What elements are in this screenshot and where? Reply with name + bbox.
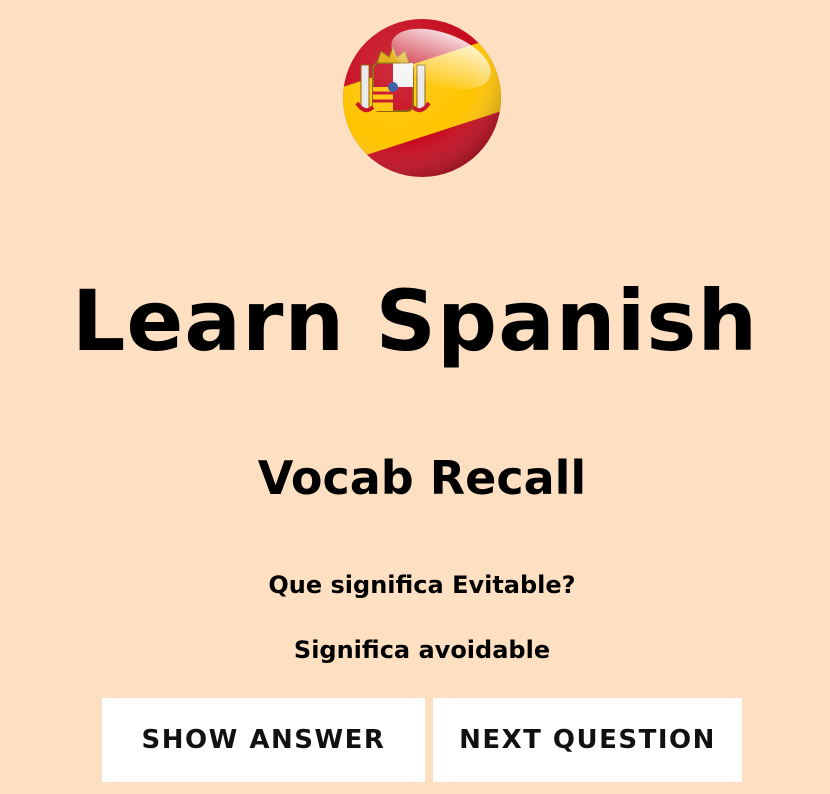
- quiz-mode-title: Vocab Recall: [257, 451, 587, 505]
- next-question-button[interactable]: NEXT QUESTION: [433, 698, 742, 782]
- page-title: Learn Spanish: [71, 272, 759, 370]
- quiz-answer: Significa avoidable: [293, 636, 551, 664]
- show-answer-button[interactable]: SHOW ANSWER: [102, 698, 425, 782]
- quiz-question: Que significa Evitable?: [268, 571, 576, 599]
- spain-flag-icon: [341, 17, 503, 179]
